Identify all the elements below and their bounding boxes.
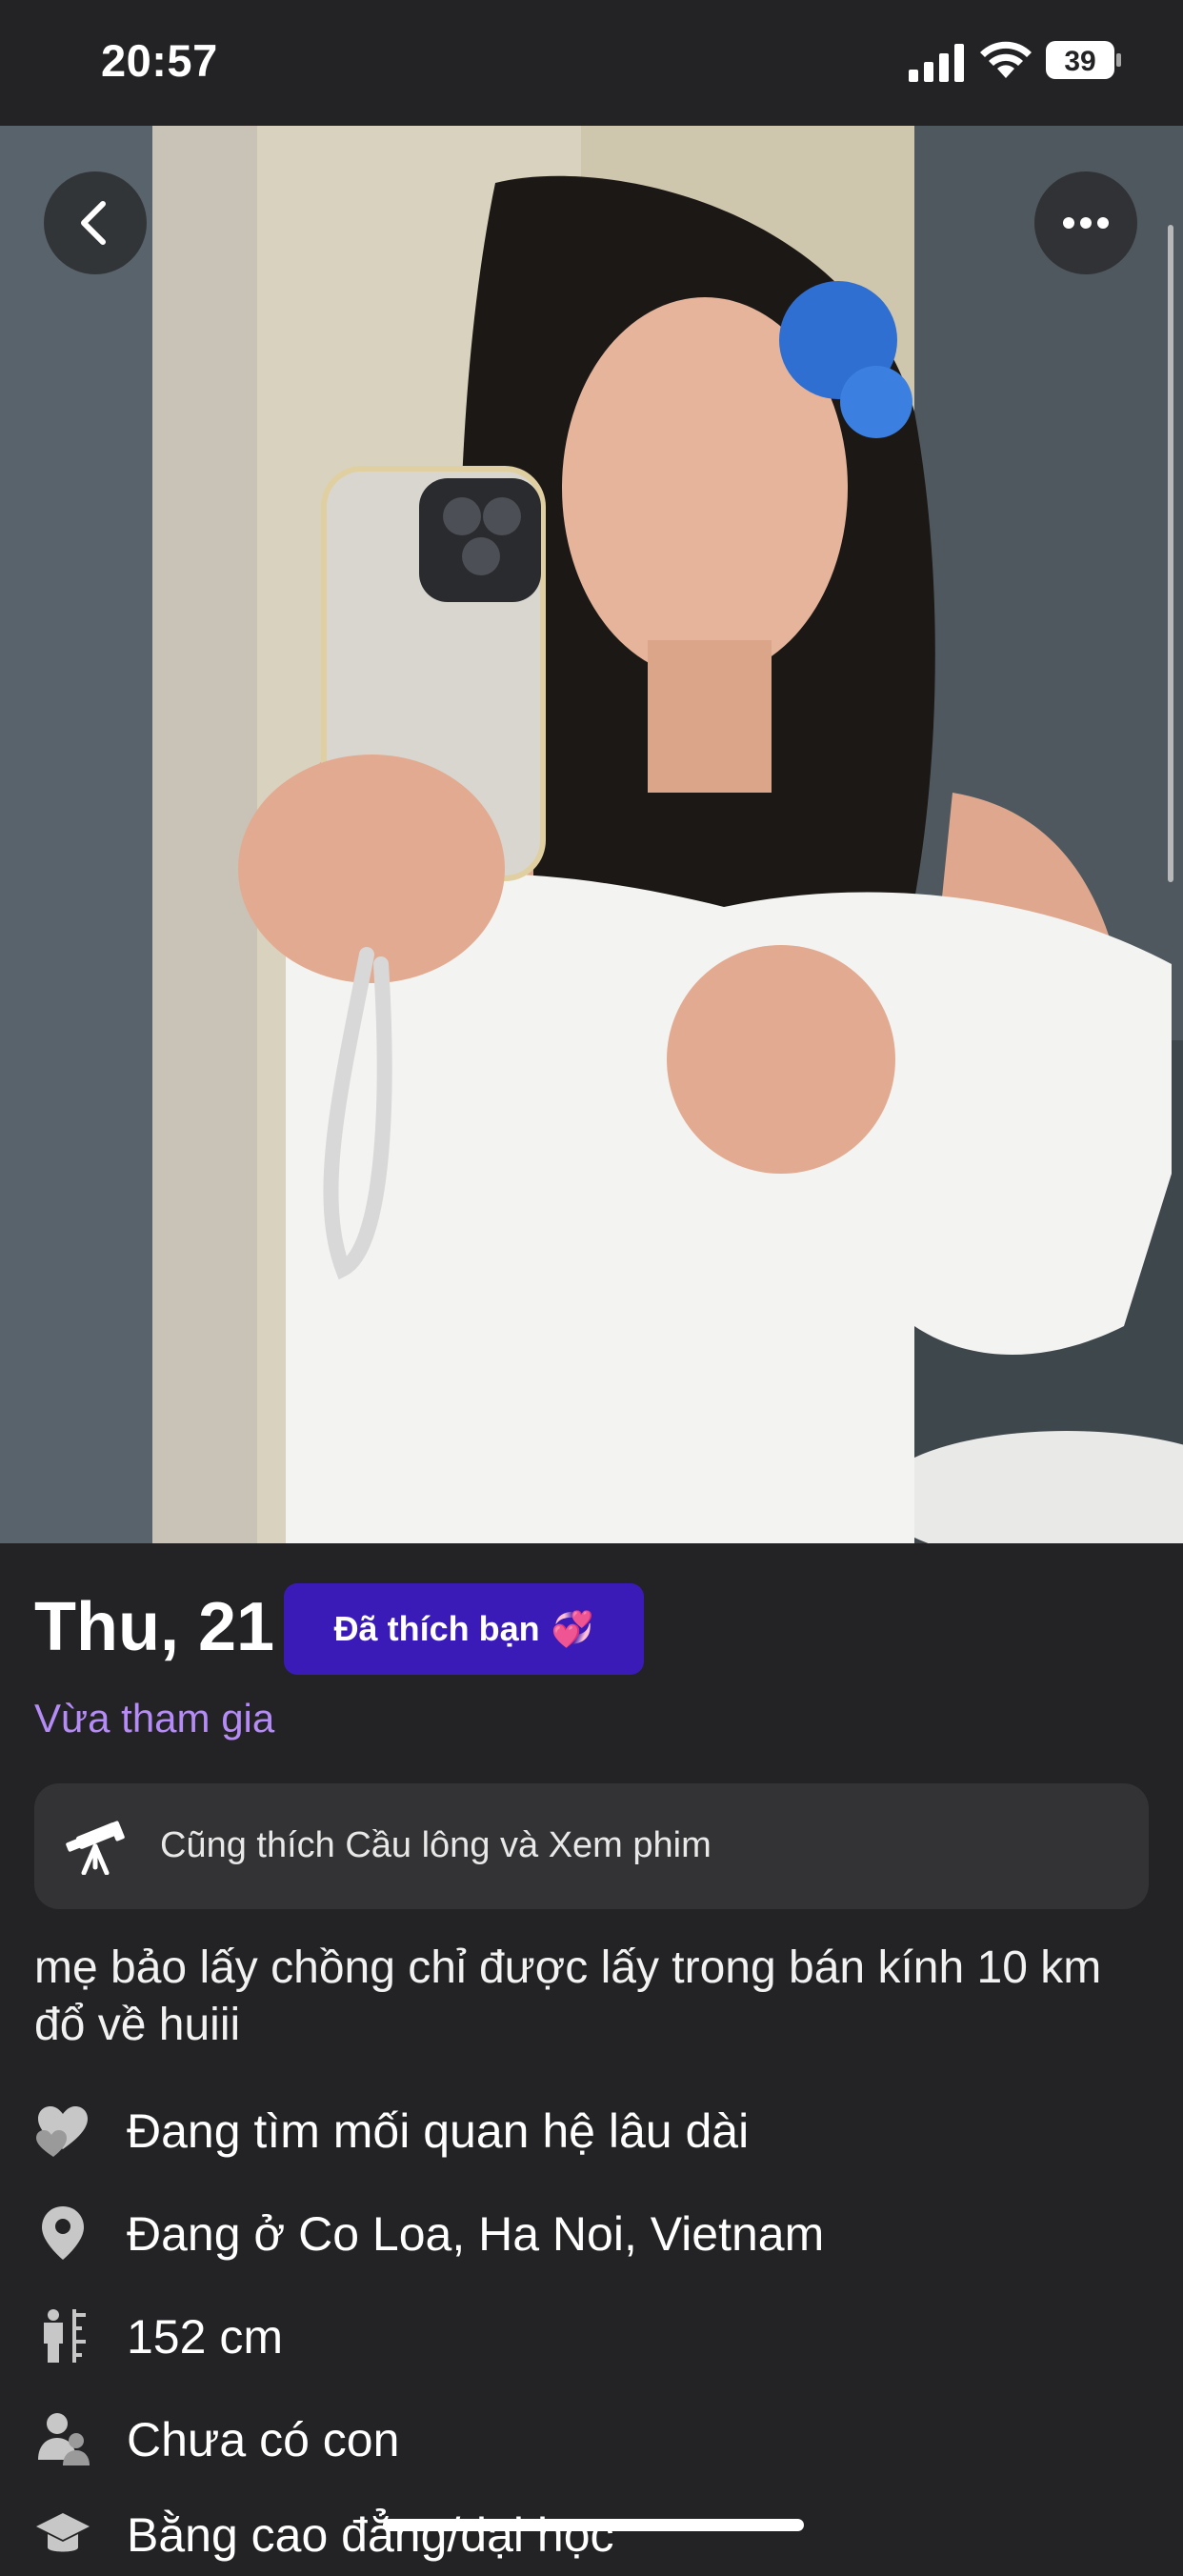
profile-photo[interactable] — [0, 126, 1183, 1543]
liked-you-label: Đã thích bạn — [333, 1609, 540, 1648]
battery-indicator: 39 — [1046, 41, 1122, 79]
home-indicator[interactable] — [383, 2519, 804, 2531]
more-options-button[interactable] — [1034, 171, 1137, 274]
hearts-emoji: 💞 — [551, 1609, 594, 1648]
common-interests-text: Cũng thích Cầu lông và Xem phim — [160, 1825, 712, 1865]
attribute-label: Bằng cao đẳng/đại học — [127, 2508, 614, 2562]
battery-level: 39 — [1064, 46, 1095, 77]
joined-status: Vừa tham gia — [34, 1696, 275, 1741]
chevron-left-icon — [81, 201, 106, 245]
hearts-icon — [36, 2106, 88, 2157]
cellular-signal-icon — [909, 44, 964, 82]
attribute-label: Đang tìm mối quan hệ lâu dài — [127, 2104, 750, 2158]
attribute-label: 152 cm — [127, 2310, 283, 2364]
attribute-education: Bằng cao đẳng/đại học — [0, 2490, 1183, 2576]
height-icon — [44, 2309, 86, 2363]
attribute-label: Chưa có con — [127, 2413, 400, 2466]
children-icon — [38, 2413, 90, 2465]
location-pin-icon — [42, 2206, 84, 2260]
attribute-location: Đang ở Co Loa, Ha Noi, Vietnam — [0, 2189, 1183, 2275]
photo-scroll-indicator — [1168, 225, 1173, 882]
status-bar: 20:57 39 — [0, 0, 1183, 126]
common-interests-box: Cũng thích Cầu lông và Xem phim — [34, 1783, 1149, 1909]
profile-name-age: Thu, 21 — [34, 1589, 275, 1665]
attribute-relationship-goal: Đang tìm mối quan hệ lâu dài — [0, 2086, 1183, 2172]
attribute-children: Chưa có con — [0, 2395, 1183, 2481]
wifi-icon — [980, 41, 1032, 78]
attribute-height: 152 cm — [0, 2292, 1183, 2378]
liked-you-badge: Đã thích bạn 💞 — [284, 1583, 644, 1675]
ellipsis-icon — [1063, 217, 1109, 229]
back-button[interactable] — [44, 171, 147, 274]
profile-photo-illustration — [0, 126, 1183, 1543]
profile-bio: mẹ bảo lấy chồng chỉ được lấy trong bán … — [34, 1942, 1102, 2050]
status-time: 20:57 — [101, 35, 218, 86]
telescope-icon — [66, 1821, 125, 1875]
attribute-label: Đang ở Co Loa, Ha Noi, Vietnam — [127, 2207, 825, 2261]
education-icon — [36, 2513, 90, 2552]
